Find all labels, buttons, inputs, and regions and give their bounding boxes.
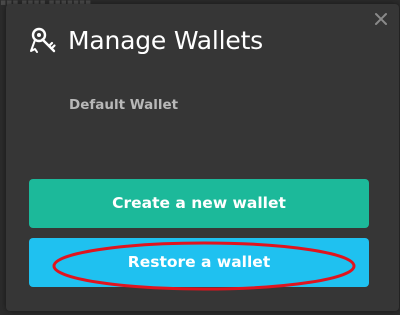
dialog-title: Manage Wallets: [68, 25, 263, 55]
dialog-header: Manage Wallets: [28, 22, 263, 58]
close-button[interactable]: [373, 11, 389, 27]
create-wallet-button[interactable]: Create a new wallet: [29, 179, 369, 228]
wallet-item-default[interactable]: Default Wallet: [69, 94, 369, 116]
manage-wallets-dialog: Manage Wallets Default Wallet Create a n…: [6, 4, 399, 311]
close-icon: [375, 13, 387, 25]
restore-wallet-button[interactable]: Restore a wallet: [29, 238, 369, 287]
wallet-keys-icon: [30, 27, 56, 53]
wallet-list: Default Wallet: [69, 94, 369, 116]
app-window: ▪▪▪ ▪▪▪▪ ▪▪▪▪▪▪▪ Manage Wallets Default …: [0, 0, 400, 315]
